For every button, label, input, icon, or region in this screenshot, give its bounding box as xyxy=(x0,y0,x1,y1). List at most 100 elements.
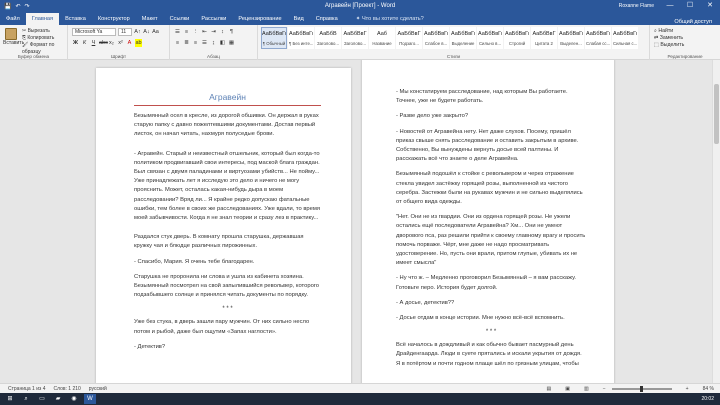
style-gallery-item[interactable]: АаБбВвГ Цитата 2 xyxy=(531,27,557,49)
tab-layout[interactable]: Макет xyxy=(136,13,164,25)
tell-me-text: Что вы хотите сделать? xyxy=(361,16,424,22)
search-icon[interactable]: ⌕ xyxy=(20,394,32,404)
minimize-button[interactable]: — xyxy=(660,0,680,12)
tab-review[interactable]: Рецензирование xyxy=(232,13,287,25)
style-name: Выделение xyxy=(451,41,475,46)
shading-icon[interactable]: ◧ xyxy=(219,39,226,47)
paragraph: - Мы констатируем расследование, над кот… xyxy=(396,89,568,105)
style-sample: АаБбВвГг xyxy=(451,31,475,37)
style-name: ¶ Без инте... xyxy=(289,41,313,46)
align-center-icon[interactable]: ≣ xyxy=(183,39,190,47)
print-layout-icon[interactable]: ▣ xyxy=(565,386,570,392)
style-gallery-item[interactable]: АаБбВвГ Подзаго... xyxy=(396,27,422,49)
sort-icon[interactable]: ↕ xyxy=(219,28,226,36)
superscript-icon[interactable]: x² xyxy=(117,39,124,47)
style-sample: АаБбВвГ xyxy=(397,31,421,37)
change-case-icon[interactable]: Aa xyxy=(152,28,159,36)
multilevel-list-icon[interactable]: ⋮ xyxy=(192,28,199,36)
word-app-icon[interactable]: W xyxy=(84,394,96,404)
scene-break: * * * xyxy=(485,329,497,336)
tab-view[interactable]: Вид xyxy=(288,13,310,25)
show-marks-icon[interactable]: ¶ xyxy=(228,28,235,36)
line-spacing-icon[interactable]: ↨ xyxy=(210,39,217,47)
document-area[interactable]: Агравейн Безымянный осел в кресле, из до… xyxy=(0,60,720,383)
style-gallery-item[interactable]: АаБбВвГг ¶ Без инте... xyxy=(288,27,314,49)
task-view-icon[interactable]: ▭ xyxy=(36,394,48,404)
subscript-icon[interactable]: x₂ xyxy=(108,39,115,47)
style-gallery-item[interactable]: АаБбВвГг Слабая сс... xyxy=(585,27,611,49)
zoom-level[interactable]: 84 % xyxy=(703,386,714,392)
italic-icon[interactable]: К xyxy=(81,39,88,47)
vertical-scrollbar[interactable] xyxy=(712,60,720,383)
grow-font-icon[interactable]: A↑ xyxy=(134,28,141,36)
read-mode-icon[interactable]: ▤ xyxy=(547,386,552,392)
select-button[interactable]: ⬚ Выделить xyxy=(654,42,684,49)
document-title: Агравейн xyxy=(134,92,321,106)
bold-icon[interactable]: Ж xyxy=(72,39,79,47)
style-sample: АаБбВвГг xyxy=(586,31,610,37)
paste-button[interactable]: Вставить xyxy=(3,28,24,48)
font-family-select[interactable]: Microsoft Ya xyxy=(72,28,116,36)
paragraph-group-label: Абзац xyxy=(207,54,220,59)
shrink-font-icon[interactable]: A↓ xyxy=(143,28,150,36)
style-gallery-item[interactable]: Ааб Название xyxy=(369,27,395,49)
tab-home[interactable]: Главная xyxy=(25,13,60,25)
style-gallery-item[interactable]: АаБбВвГг Сильная с... xyxy=(612,27,638,49)
style-gallery-item[interactable]: АаБбВвГг Строгий xyxy=(504,27,530,49)
zoom-slider[interactable] xyxy=(611,385,672,392)
paragraph: - Разве дело уже закрыто? xyxy=(396,113,469,120)
increase-indent-icon[interactable]: ⇥ xyxy=(210,28,217,36)
highlight-icon[interactable]: ab xyxy=(135,39,142,47)
copy-button[interactable]: ⎘ Копировать xyxy=(22,35,67,42)
style-gallery-item[interactable]: АаБбВвГг ¶ Обычный xyxy=(261,27,287,49)
justify-icon[interactable]: ☰ xyxy=(201,39,208,47)
style-gallery-item[interactable]: АаБбВвГг Выделен... xyxy=(558,27,584,49)
browser-icon[interactable]: ◉ xyxy=(68,394,80,404)
tab-mailings[interactable]: Рассылки xyxy=(195,13,232,25)
tab-insert[interactable]: Вставка xyxy=(59,13,92,25)
scrollbar-thumb[interactable] xyxy=(714,84,719,144)
strikethrough-icon[interactable]: abc xyxy=(99,39,108,47)
bullets-icon[interactable]: ☰ xyxy=(174,28,181,36)
zoom-in-icon[interactable]: + xyxy=(686,386,689,392)
style-gallery-item[interactable]: АаБбВ Заголово... xyxy=(315,27,341,49)
font-size-select[interactable]: 11 xyxy=(118,28,132,36)
tab-help[interactable]: Справка xyxy=(310,13,344,25)
page-left[interactable]: Агравейн Безымянный осел в кресле, из до… xyxy=(96,68,351,383)
align-left-icon[interactable]: ≡ xyxy=(174,39,181,47)
tell-me-box[interactable]: ✦ Что вы хотите сделать? xyxy=(350,13,430,25)
style-gallery-item[interactable]: АаБбВвГг Слабое в... xyxy=(423,27,449,49)
decrease-indent-icon[interactable]: ⇤ xyxy=(201,28,208,36)
brush-icon: 🖌 xyxy=(22,42,30,48)
style-gallery-item[interactable]: АаБбВвГ Заголово... xyxy=(342,27,368,49)
style-gallery-item[interactable]: АаБбВвГг Сильно в... xyxy=(477,27,503,49)
styles-group-label: Стили xyxy=(446,54,461,59)
font-color-icon[interactable]: A xyxy=(126,39,133,47)
close-button[interactable]: ✕ xyxy=(700,0,720,12)
clipboard-group-label: Буфер обмена xyxy=(17,54,50,59)
replace-button[interactable]: ⇄ Заменить xyxy=(654,35,684,42)
file-explorer-icon[interactable]: ▰ xyxy=(52,394,64,404)
cut-button[interactable]: ✂ Вырезать xyxy=(22,28,67,35)
zoom-out-icon[interactable]: − xyxy=(603,386,606,392)
find-button[interactable]: ⌕ Найти xyxy=(654,28,684,35)
word-count[interactable]: Слов: 1 210 xyxy=(53,386,80,392)
numbering-icon[interactable]: ≡ xyxy=(183,28,190,36)
tab-design[interactable]: Конструктор xyxy=(92,13,136,25)
underline-icon[interactable]: Ч xyxy=(90,39,97,47)
tab-file[interactable]: Файл xyxy=(0,13,26,25)
windows-start-icon[interactable]: ⊞ xyxy=(4,394,16,404)
tab-references[interactable]: Ссылки xyxy=(164,13,196,25)
align-right-icon[interactable]: ≡ xyxy=(192,39,199,47)
page-right[interactable]: - Мы констатируем расследование, над кот… xyxy=(362,60,614,383)
page-count[interactable]: Страница 1 из 4 xyxy=(8,386,45,392)
user-name[interactable]: Roxanne Flame xyxy=(619,0,660,12)
paragraph: - Ну что ж. – Медленно проговорил Безымя… xyxy=(396,275,577,291)
web-layout-icon[interactable]: ▥ xyxy=(584,386,589,392)
style-gallery-item[interactable]: АаБбВвГг Выделение xyxy=(450,27,476,49)
title-bar: 💾 ↶ ↷ Агравейн [Проект] - Word Roxanne F… xyxy=(0,0,720,12)
taskbar-clock[interactable]: 20:02 xyxy=(701,396,720,402)
language-indicator[interactable]: русский xyxy=(89,386,107,392)
borders-icon[interactable]: ▦ xyxy=(228,39,235,47)
maximize-button[interactable]: ☐ xyxy=(680,0,700,12)
